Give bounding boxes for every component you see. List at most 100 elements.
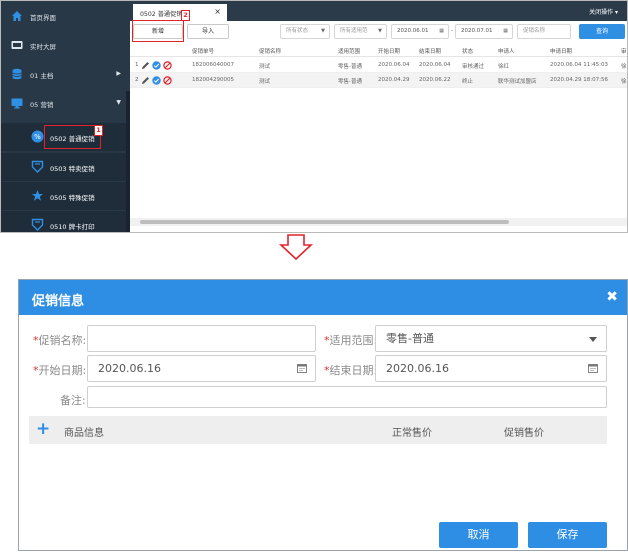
sidebar-item-master[interactable]: 01 主档 ▶: [1, 60, 130, 89]
chevron-down-icon: ▼: [116, 99, 121, 106]
highlight-box-add: [132, 20, 184, 42]
tab-0502[interactable]: 0502 普通促销 ×: [133, 4, 227, 21]
sidebar-subitem-0505[interactable]: 0505 特殊促销: [1, 182, 130, 210]
annotation-badge-1: 1: [94, 125, 103, 136]
horizontal-scrollbar[interactable]: [130, 218, 627, 226]
query-button[interactable]: 查询: [579, 24, 625, 39]
sidebar-item-label: 0510 牌卡打印: [50, 223, 95, 231]
add-goods-icon[interactable]: +: [36, 419, 50, 439]
promo-status: 终止: [462, 79, 474, 85]
promo-apply-date: 2020.04.29 18:07:56: [550, 77, 608, 83]
promo-end: 2020.06.22: [419, 77, 451, 83]
label-text: 适用范围:: [329, 334, 378, 347]
end-date-input[interactable]: 2020.07.01 ▦: [455, 24, 513, 39]
status-filter-select[interactable]: 所有状态 ▼: [280, 24, 330, 39]
goods-info-header: 商品信息: [64, 428, 104, 439]
caret-down-icon: ▼: [321, 28, 325, 34]
promotion-dialog: 促销信息 ✖ *促销名称: *适用范围: 零售-普通 *开始日期: 2020.0…: [18, 279, 628, 551]
column-header: 适用范围: [338, 49, 361, 55]
sidebar-item-label: 0503 特卖促销: [50, 165, 95, 173]
promo-status: 审核通过: [462, 64, 485, 70]
highlight-box-menu: [44, 125, 101, 149]
start-date-input[interactable]: 2020.06.01 ▦: [391, 24, 449, 39]
scope-value: 零售-普通: [386, 332, 434, 345]
start-date-value: 2020.06.16: [98, 362, 161, 375]
row-actions: [141, 60, 172, 71]
scrollbar-thumb[interactable]: [140, 220, 509, 224]
chevron-right-icon: ▶: [116, 70, 121, 77]
close-operations-menu[interactable]: 关闭操作 ▾: [589, 7, 618, 16]
promo-start: 2020.06.04: [378, 62, 410, 68]
promo-applicant: 联华测试加盟店: [498, 79, 537, 85]
note-input[interactable]: [87, 386, 607, 408]
promo-reviewer: 徐: [621, 64, 627, 70]
end-date-value: 2020.07.01: [461, 28, 493, 34]
promo-name-input[interactable]: 促销名称: [517, 24, 571, 39]
sidebar-item-dashboard[interactable]: 实时大屏: [1, 31, 130, 60]
sidebar-item-label: 实时大屏: [30, 43, 56, 51]
promo-start: 2020.04.29: [378, 77, 410, 83]
row-number: 2: [135, 77, 139, 83]
sidebar-item-home[interactable]: 首页界面: [1, 2, 130, 31]
sidebar-item-label: 05 营销: [30, 101, 54, 109]
close-icon[interactable]: ✖: [606, 289, 618, 305]
calendar-icon[interactable]: [297, 363, 307, 373]
shield-tag-icon: [31, 218, 44, 231]
sidebar-subitem-0503[interactable]: 0503 特卖促销: [1, 153, 130, 181]
database-icon: [12, 68, 22, 80]
sidebar-item-label: 01 主档: [30, 72, 54, 80]
end-date-label: *结束日期:: [324, 362, 377, 378]
end-date-input[interactable]: 2020.06.16: [375, 355, 607, 382]
column-header: 审: [621, 49, 627, 55]
shield-tag-icon: [31, 160, 44, 173]
grid-header: 促销单号 促销名称 适用范围 开始日期 结束日期 状态 申请人 申请日期 审: [130, 43, 627, 57]
promo-name-label: *促销名称:: [33, 332, 86, 348]
promo-scope: 零售-普通: [338, 79, 362, 85]
cancel-button[interactable]: 取消: [439, 522, 518, 548]
calendar-icon: ▦: [503, 28, 508, 34]
promo-name-input[interactable]: [87, 325, 316, 352]
scope-filter-value: 所有适用范: [340, 28, 368, 34]
percent-tag-icon: %: [31, 130, 44, 143]
start-date-value: 2020.06.01: [397, 28, 429, 34]
promo-name: 测试: [259, 79, 271, 85]
note-label: 备注:: [60, 394, 86, 407]
promo-end: 2020.06.04: [419, 62, 451, 68]
dialog-header: 促销信息 ✖: [19, 280, 627, 315]
sidebar-subitem-0510[interactable]: 0510 牌卡打印: [1, 211, 130, 232]
column-header: 结束日期: [419, 49, 442, 55]
scope-label: *适用范围:: [324, 332, 377, 348]
table-row[interactable]: 1 182006040007 测试 零售-普通 2020.06.04 2020.…: [130, 58, 627, 73]
tab-bar: 0502 普通促销 × 关闭操作 ▾: [130, 1, 627, 21]
check-circle-icon[interactable]: [152, 76, 161, 85]
promo-reviewer: 徐: [621, 79, 627, 85]
column-header: 申请日期: [550, 49, 573, 55]
dialog-title: 促销信息: [32, 294, 85, 309]
list-screenshot: 首页界面 实时大屏 01 主档 ▶ 05 营销 ▼ % 0502 普通促销 05…: [0, 0, 628, 233]
sidebar-item-label: 首页界面: [30, 14, 56, 22]
edit-icon[interactable]: [141, 61, 150, 70]
block-icon[interactable]: [163, 76, 172, 85]
import-button[interactable]: 导入: [187, 24, 229, 39]
save-button[interactable]: 保存: [528, 522, 607, 548]
close-icon[interactable]: ×: [214, 7, 221, 16]
sidebar: 首页界面 实时大屏 01 主档 ▶ 05 营销 ▼ % 0502 普通促销 05…: [1, 1, 130, 232]
row-number: 1: [135, 62, 139, 68]
start-date-input[interactable]: 2020.06.16: [87, 355, 316, 382]
check-circle-icon[interactable]: [152, 61, 161, 70]
tab-label: 0502 普通促销: [140, 11, 183, 18]
calendar-icon[interactable]: [588, 363, 598, 373]
date-separator: -: [451, 27, 454, 34]
block-icon[interactable]: [163, 61, 172, 70]
column-header: 申请人: [498, 49, 515, 55]
edit-icon[interactable]: [141, 76, 150, 85]
column-header: 状态: [462, 49, 474, 55]
table-row[interactable]: 2 182004290005 测试 零售-普通 2020.04.29 2020.…: [130, 73, 627, 88]
scope-filter-select[interactable]: 所有适用范 ▼: [334, 24, 387, 39]
annotation-badge-2: 2: [181, 10, 190, 21]
main-panel: 0502 普通促销 × 关闭操作 ▾ 新增 导入 所有状态 ▼ 所有适用范 ▼ …: [130, 1, 627, 232]
column-header: 促销单号: [192, 49, 215, 55]
sidebar-item-marketing[interactable]: 05 营销 ▼: [1, 89, 130, 118]
scope-select[interactable]: 零售-普通: [375, 325, 607, 352]
home-icon: [12, 11, 22, 21]
